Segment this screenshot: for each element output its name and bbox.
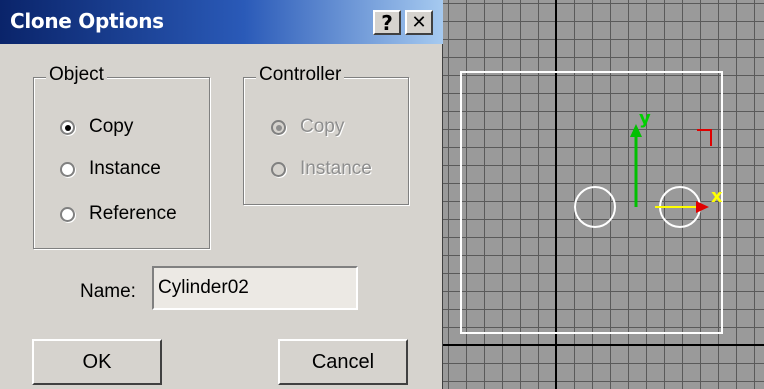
cancel-button[interactable]: Cancel	[278, 339, 408, 385]
viewport-canvas: y x	[443, 0, 764, 389]
gizmo-y-label: y	[639, 108, 651, 129]
radio-selected-icon	[271, 119, 286, 135]
close-button[interactable]: ✕	[405, 10, 433, 35]
help-icon: ?	[381, 10, 393, 35]
object-group-label: Object	[46, 64, 107, 86]
selection-bounding-box	[460, 71, 723, 334]
controller-copy-radio[interactable]: Copy	[271, 116, 344, 138]
radio-unselected-icon	[60, 161, 75, 177]
help-button[interactable]: ?	[373, 10, 401, 35]
cylinder-original[interactable]	[574, 186, 616, 228]
controller-copy-label: Copy	[300, 116, 345, 137]
controller-group-label: Controller	[256, 64, 345, 86]
object-reference-radio[interactable]: Reference	[60, 203, 177, 225]
gizmo-x-label: x	[711, 186, 723, 207]
dialog-title: Clone Options	[10, 9, 164, 33]
controller-instance-radio[interactable]: Instance	[271, 158, 372, 180]
clone-options-dialog: Clone Options ? ✕ Object Copy Instance R…	[0, 0, 443, 389]
gizmo-plane-handle-icon[interactable]	[697, 129, 712, 146]
radio-selected-icon	[60, 119, 75, 135]
gizmo-x-arrow-icon	[696, 201, 709, 213]
ok-button[interactable]: OK	[32, 339, 162, 385]
object-copy-label: Copy	[89, 116, 134, 137]
name-label: Name:	[80, 281, 136, 302]
name-input[interactable]	[152, 266, 358, 310]
object-reference-label: Reference	[89, 203, 177, 224]
controller-group: Controller	[243, 64, 409, 205]
radio-unselected-icon	[60, 206, 75, 222]
viewport-grid[interactable]: y x	[443, 0, 764, 389]
radio-unselected-icon	[271, 161, 286, 177]
object-instance-radio[interactable]: Instance	[60, 158, 161, 180]
object-instance-label: Instance	[89, 158, 161, 179]
title-bar[interactable]: Clone Options ? ✕	[0, 0, 443, 44]
object-copy-radio[interactable]: Copy	[60, 116, 133, 138]
controller-instance-label: Instance	[300, 158, 372, 179]
close-icon: ✕	[411, 11, 427, 33]
